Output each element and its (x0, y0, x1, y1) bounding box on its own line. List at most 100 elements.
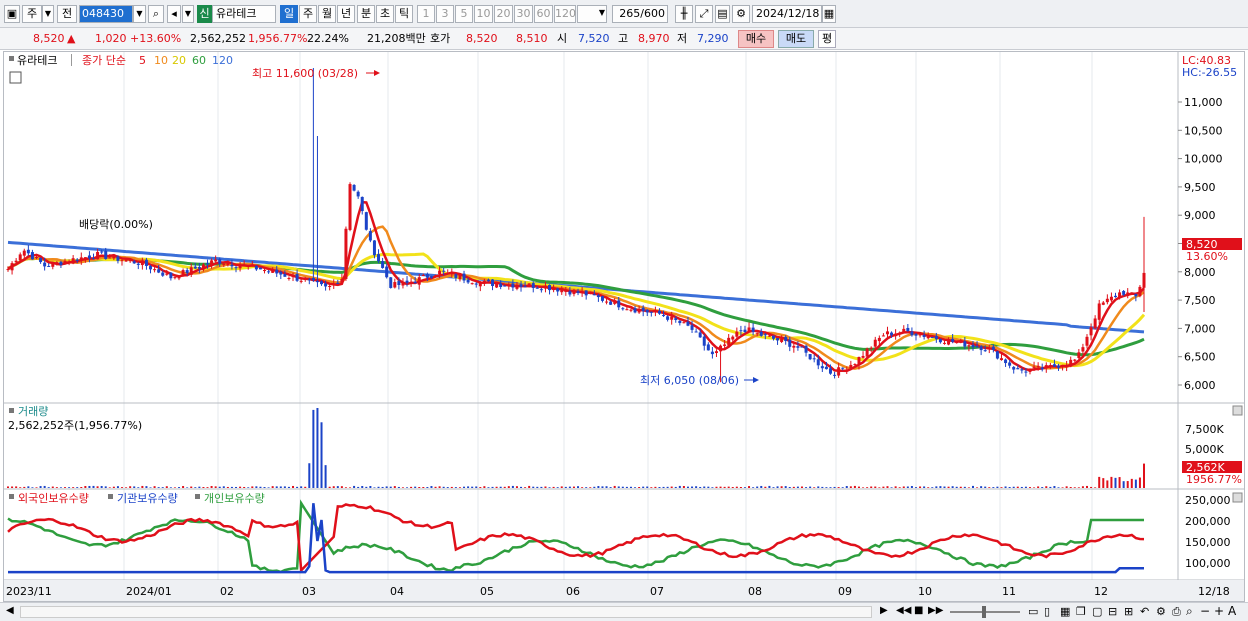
candle-body (861, 355, 865, 358)
sell-button[interactable]: 매도 (778, 30, 814, 48)
x-axis-label: 03 (302, 585, 316, 598)
candle-type-icon[interactable]: ╫ (675, 5, 693, 23)
prev-button[interactable]: 전 (57, 5, 77, 23)
speaker-icon[interactable]: ◂ (167, 5, 181, 23)
volume-bar (182, 486, 185, 488)
magnify-icon[interactable]: ⌕ (1186, 604, 1193, 619)
volume-bar (927, 487, 930, 488)
layout-icon[interactable]: ▭ (1028, 605, 1038, 618)
volume-bar (951, 486, 954, 488)
window-icon[interactable]: ▢ (1092, 605, 1102, 618)
avg-price-button[interactable]: 평 (818, 30, 836, 48)
foreign-holdings-line (7, 503, 1145, 574)
date-input[interactable]: 2024/12/18 (752, 5, 822, 23)
count-input[interactable]: 265/600 (612, 5, 668, 23)
settings-icon[interactable]: ⚙ (1156, 605, 1166, 618)
candle-body (75, 259, 79, 261)
candle-body (723, 344, 727, 346)
volume-bar (788, 487, 791, 488)
volume-bar (1008, 487, 1011, 488)
candle-body (495, 283, 499, 288)
period-year-tab[interactable]: 년 (337, 5, 355, 23)
period-month-tab[interactable]: 월 (318, 5, 336, 23)
rewind-icon[interactable]: ◀◀ (896, 605, 911, 616)
period-tick-tab[interactable]: 틱 (395, 5, 413, 23)
horizontal-scrollbar[interactable] (20, 606, 872, 618)
zoom-out-icon[interactable]: − (1200, 604, 1210, 618)
stock-code-dropdown-icon[interactable]: ▼ (133, 5, 146, 23)
candle-body (250, 264, 254, 266)
scroll-right-icon[interactable]: ▶ (880, 605, 888, 616)
stop-icon[interactable]: ■ (914, 605, 923, 616)
gear-icon[interactable]: ⚙ (732, 5, 750, 23)
volume-bar (605, 486, 608, 488)
period-second-tab[interactable]: 초 (376, 5, 394, 23)
period-week-tab[interactable]: 주 (299, 5, 317, 23)
copy-icon[interactable]: ❐ (1076, 605, 1086, 618)
candlesticks (6, 68, 1146, 383)
chevron-down-icon[interactable]: ▼ (42, 5, 54, 23)
volume-bar (511, 485, 514, 488)
interval-5[interactable]: 5 (455, 5, 473, 23)
interval-120[interactable]: 120 (554, 5, 576, 23)
search-icon[interactable]: ⌕ (148, 5, 164, 23)
buy-button[interactable]: 매수 (738, 30, 774, 48)
table-toggle-icon[interactable] (9, 71, 22, 84)
hc-label: HC:-26.55 (1182, 66, 1237, 79)
print-icon[interactable]: ⎙ (1172, 605, 1181, 619)
candle-body (1028, 368, 1032, 372)
fast-forward-icon[interactable]: ▶▶ (928, 605, 943, 616)
chart-area[interactable]: 유라테크 종가 단순 5 10 20 60 120 LC:40.83 HC:-2… (3, 51, 1245, 602)
candle-body (1093, 318, 1097, 329)
window-icon[interactable]: ▣ (4, 5, 20, 23)
volume-bar (988, 487, 991, 488)
volume-bar (121, 487, 124, 488)
candle-body (234, 267, 238, 269)
change-percent: +13.60% (130, 32, 182, 45)
holdings-panel-close-icon[interactable] (1232, 492, 1243, 503)
chevron-down-icon[interactable]: ▼ (182, 5, 194, 23)
candle-body (104, 250, 108, 260)
interval-60[interactable]: 60 (534, 5, 553, 23)
period-minute-tab[interactable]: 분 (357, 5, 375, 23)
volume-panel-close-icon[interactable] (1232, 405, 1243, 416)
zoom-slider-handle[interactable] (982, 606, 986, 618)
plus-box-icon[interactable]: ⊞ (1124, 605, 1133, 618)
volume-bar (837, 487, 840, 488)
candle-body (385, 266, 389, 278)
volume-bar (463, 486, 466, 488)
chevron-down-icon[interactable]: ▼ (596, 5, 608, 23)
grid-icon[interactable]: ▦ (1060, 605, 1070, 618)
minus-box-icon[interactable]: ⊟ (1108, 605, 1117, 618)
price-axis-label: 7,500 (1184, 294, 1216, 307)
interval-3[interactable]: 3 (436, 5, 454, 23)
save-icon[interactable]: ▤ (715, 5, 730, 23)
split-icon[interactable]: ▯ (1044, 605, 1050, 618)
volume-value: 2,562,252 (190, 32, 246, 45)
volume-bar (23, 486, 26, 488)
calendar-icon[interactable]: ▦ (822, 5, 836, 23)
candle-body (804, 345, 808, 353)
scroll-left-icon[interactable]: ◀ (6, 605, 14, 616)
candle-body (539, 289, 543, 291)
volume-bar (76, 487, 79, 488)
candle-body (511, 283, 515, 288)
undo-icon[interactable]: ↶ (1140, 605, 1149, 618)
interval-30[interactable]: 30 (514, 5, 533, 23)
stock-code-input[interactable]: 048430 (79, 5, 133, 23)
market-tab[interactable]: 주 (22, 5, 42, 23)
interval-10[interactable]: 10 (474, 5, 493, 23)
interval-1[interactable]: 1 (417, 5, 435, 23)
volume-axis-5000k: 5,000K (1185, 443, 1224, 456)
volume-bar (882, 486, 885, 488)
volume-bar (361, 486, 364, 488)
period-day-tab[interactable]: 일 (280, 5, 298, 23)
zoom-in-icon[interactable]: + (1214, 604, 1224, 618)
font-size-icon[interactable]: A (1228, 604, 1236, 618)
candle-body (51, 262, 55, 267)
draw-tool-icon[interactable]: ⤢ (695, 5, 713, 23)
candle-body (906, 327, 910, 332)
interval-20[interactable]: 20 (494, 5, 513, 23)
current-pct-tag-text: 13.60% (1186, 250, 1228, 263)
stock-chart-svg[interactable]: 유라테크 종가 단순 5 10 20 60 120 LC:40.83 HC:-2… (4, 52, 1244, 601)
